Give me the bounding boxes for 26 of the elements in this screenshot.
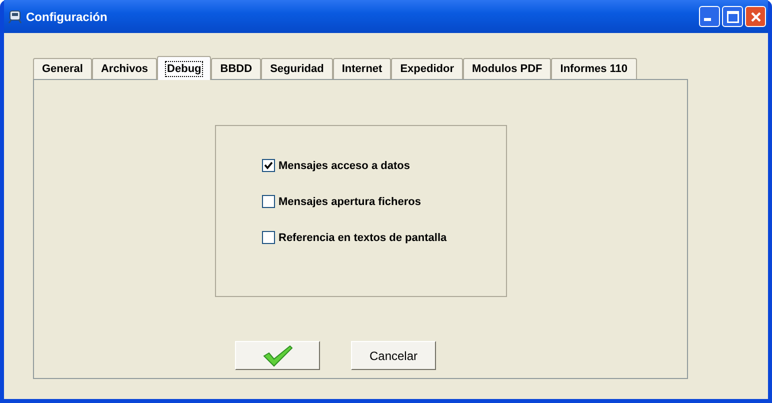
close-icon (750, 12, 760, 22)
checkbox[interactable] (262, 195, 274, 208)
tab[interactable]: Archivos (92, 58, 158, 79)
tab[interactable]: Modulos PDF (463, 58, 552, 79)
tab[interactable]: Informes 110 (551, 58, 637, 79)
tab[interactable]: Internet (332, 58, 392, 79)
checkmark-icon (262, 344, 294, 368)
maximize-icon (726, 10, 738, 22)
checkbox[interactable] (262, 159, 274, 172)
maximize-button[interactable] (722, 6, 743, 27)
tab[interactable]: BBDD (211, 58, 262, 79)
checkbox-label: Mensajes acceso a datos (278, 160, 410, 172)
checkbox-label: Mensajes apertura ficheros (278, 196, 421, 208)
app-icon (8, 10, 22, 24)
minimize-icon (704, 18, 711, 21)
checkbox[interactable] (262, 231, 274, 244)
minimize-button[interactable] (699, 6, 720, 27)
checkbox-label: Referencia en textos de pantalla (278, 232, 447, 244)
ok-button[interactable] (235, 341, 320, 370)
tab[interactable]: General (33, 58, 92, 79)
window-title: Configuración (26, 10, 108, 24)
tab[interactable]: Debug (157, 56, 212, 80)
tab[interactable]: Seguridad (261, 58, 333, 79)
cancel-button[interactable]: Cancelar (351, 341, 436, 370)
close-button[interactable] (745, 6, 766, 27)
tab[interactable]: Expedidor (391, 58, 463, 79)
